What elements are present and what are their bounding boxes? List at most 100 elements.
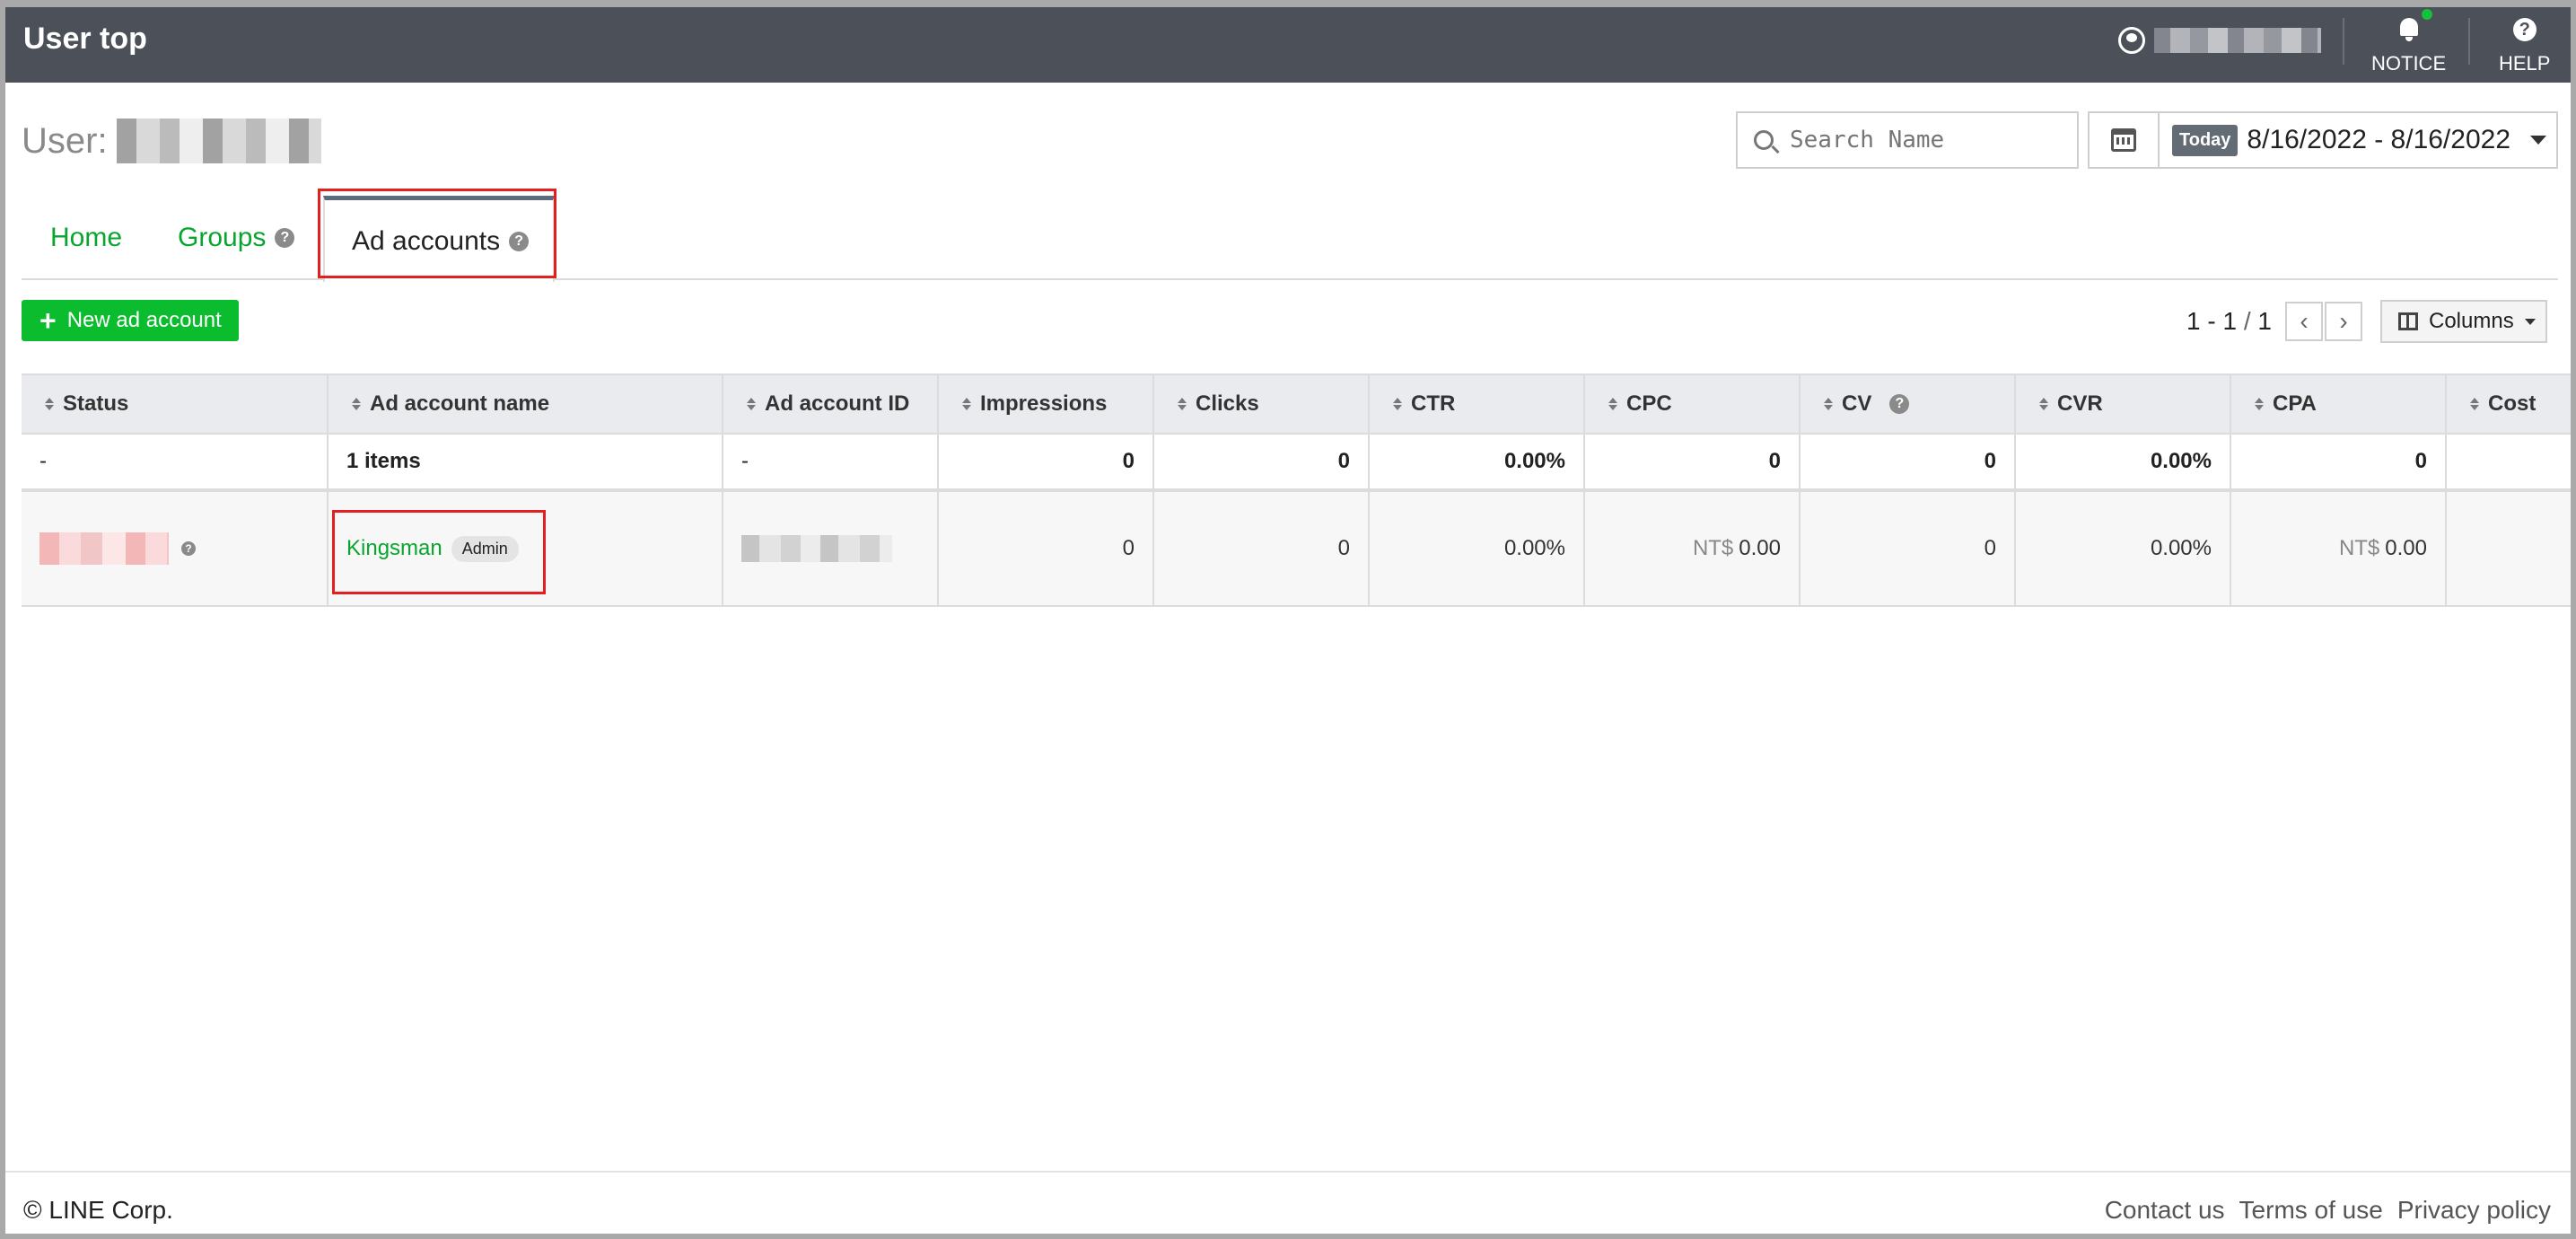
- column-header-cvr[interactable]: CVR: [2016, 375, 2231, 433]
- summary-cvr: 0.00%: [2016, 435, 2231, 488]
- cpa-value: 0.00: [2385, 536, 2427, 560]
- cpc-cell: NT$ 0.00: [1585, 492, 1801, 605]
- pager-range: 1 - 1: [2186, 307, 2238, 335]
- next-page-button[interactable]: ›: [2325, 302, 2362, 341]
- help-icon: ?: [2512, 18, 2537, 41]
- bell-icon: [2398, 18, 2420, 41]
- tab-groups[interactable]: Groups ?: [169, 196, 303, 280]
- sort-icon: [45, 398, 54, 410]
- today-badge: Today: [2172, 124, 2239, 156]
- new-ad-account-button[interactable]: + New ad account: [22, 300, 239, 341]
- cvr-cell: 0.00%: [2016, 492, 2231, 605]
- column-header-ad-account-name[interactable]: Ad account name: [329, 375, 723, 433]
- help-question-icon[interactable]: ?: [1889, 394, 1910, 414]
- column-header-ctr[interactable]: CTR: [1370, 375, 1585, 433]
- user-menu[interactable]: [2118, 27, 2321, 54]
- tab-label: Groups: [178, 223, 267, 252]
- cv-cell: 0: [1801, 492, 2016, 605]
- search-icon: [1754, 130, 1774, 150]
- footer-links: Contact us Terms of use Privacy policy: [2105, 1196, 2551, 1225]
- tab-label: Home: [50, 223, 123, 252]
- sort-icon: [2039, 398, 2048, 410]
- summary-cpc: 0: [1585, 435, 1801, 488]
- divider: [2468, 18, 2470, 65]
- notice-button[interactable]: NOTICE: [2371, 13, 2446, 75]
- summary-cv: 0: [1801, 435, 2016, 488]
- help-button[interactable]: ? HELP: [2499, 13, 2550, 75]
- tab-home[interactable]: Home: [41, 196, 131, 280]
- sort-icon: [352, 398, 361, 410]
- notice-label: NOTICE: [2371, 52, 2447, 75]
- footer: © LINE Corp. Contact us Terms of use Pri…: [5, 1171, 2571, 1234]
- sort-icon: [962, 398, 971, 410]
- column-header-impressions[interactable]: Impressions: [939, 375, 1154, 433]
- sort-icon: [1178, 398, 1187, 410]
- app-window: User top NOTICE ? HELP User: Today 8/16/…: [5, 7, 2571, 1234]
- sort-icon: [1393, 398, 1402, 410]
- column-header-clicks[interactable]: Clicks: [1154, 375, 1370, 433]
- summary-item-count: 1 items: [329, 435, 723, 488]
- search-box[interactable]: [1736, 111, 2079, 169]
- column-header-cpc[interactable]: CPC: [1585, 375, 1801, 433]
- table-header-row: Status Ad account name Ad account ID Imp…: [22, 373, 2571, 435]
- user-heading: User:: [22, 119, 321, 163]
- help-question-icon[interactable]: ?: [275, 228, 295, 248]
- chevron-down-icon: [2530, 136, 2547, 145]
- help-question-icon[interactable]: ?: [181, 541, 196, 556]
- pagination-text: 1 - 1 / 1: [2186, 307, 2272, 336]
- column-header-label: Impressions: [980, 391, 1108, 416]
- currency-label: NT$: [1692, 536, 1734, 560]
- summary-id: -: [723, 435, 939, 488]
- summary-cost: [2447, 435, 2571, 488]
- column-header-cv[interactable]: CV ?: [1801, 375, 2016, 433]
- redacted-user-name: [116, 119, 321, 163]
- column-header-cost[interactable]: Cost: [2447, 375, 2571, 433]
- column-header-label: CTR: [1411, 391, 1456, 416]
- summary-clicks: 0: [1154, 435, 1370, 488]
- prev-page-button[interactable]: ‹: [2285, 302, 2323, 341]
- table-summary-row: - 1 items - 0 0 0.00% 0 0 0.00% 0: [22, 435, 2571, 492]
- terms-of-use-link[interactable]: Terms of use: [2239, 1196, 2383, 1225]
- columns-label: Columns: [2429, 309, 2514, 333]
- new-ad-account-label: New ad account: [66, 308, 222, 332]
- summary-status: -: [22, 435, 329, 488]
- column-header-cpa[interactable]: CPA: [2231, 375, 2447, 433]
- page-title: User top: [23, 22, 147, 56]
- cost-cell: [2447, 492, 2571, 605]
- chevron-down-icon: [2524, 318, 2536, 325]
- cpa-cell: NT$ 0.00: [2231, 492, 2447, 605]
- help-label: HELP: [2499, 52, 2551, 75]
- calendar-icon: [2111, 128, 2136, 152]
- columns-button[interactable]: Columns: [2380, 300, 2547, 343]
- contact-us-link[interactable]: Contact us: [2105, 1196, 2225, 1225]
- account-id-cell: [723, 492, 939, 605]
- currency-label: NT$: [2338, 536, 2380, 560]
- column-header-label: CVR: [2057, 391, 2103, 416]
- status-cell: ?: [22, 492, 329, 605]
- redacted-account-id: [741, 535, 892, 562]
- sort-icon: [1824, 398, 1833, 410]
- column-header-label: CPA: [2273, 391, 2317, 416]
- redacted-status: [39, 532, 169, 565]
- sort-icon: [2470, 398, 2479, 410]
- copyright-text: © LINE Corp.: [23, 1196, 173, 1224]
- pager-total: 1: [2257, 307, 2272, 335]
- privacy-policy-link[interactable]: Privacy policy: [2397, 1196, 2551, 1225]
- clicks-cell: 0: [1154, 492, 1370, 605]
- column-header-label: CPC: [1626, 391, 1672, 416]
- plus-icon: +: [39, 304, 57, 337]
- column-header-label: Status: [63, 391, 129, 416]
- summary-cpa: 0: [2231, 435, 2447, 488]
- redacted-username: [2154, 28, 2321, 53]
- column-header-ad-account-id[interactable]: Ad account ID: [723, 375, 939, 433]
- column-header-label: Ad account ID: [765, 391, 910, 416]
- sort-icon: [2255, 398, 2264, 410]
- column-header-status[interactable]: Status: [22, 375, 329, 433]
- date-range-dropdown[interactable]: Today 8/16/2022 - 8/16/2022: [2158, 111, 2558, 169]
- search-input[interactable]: [1790, 127, 2059, 154]
- chevron-left-icon: ‹: [2300, 307, 2309, 335]
- ctr-cell: 0.00%: [1370, 492, 1585, 605]
- impressions-cell: 0: [939, 492, 1154, 605]
- calendar-button[interactable]: [2088, 111, 2160, 169]
- divider: [2343, 18, 2344, 65]
